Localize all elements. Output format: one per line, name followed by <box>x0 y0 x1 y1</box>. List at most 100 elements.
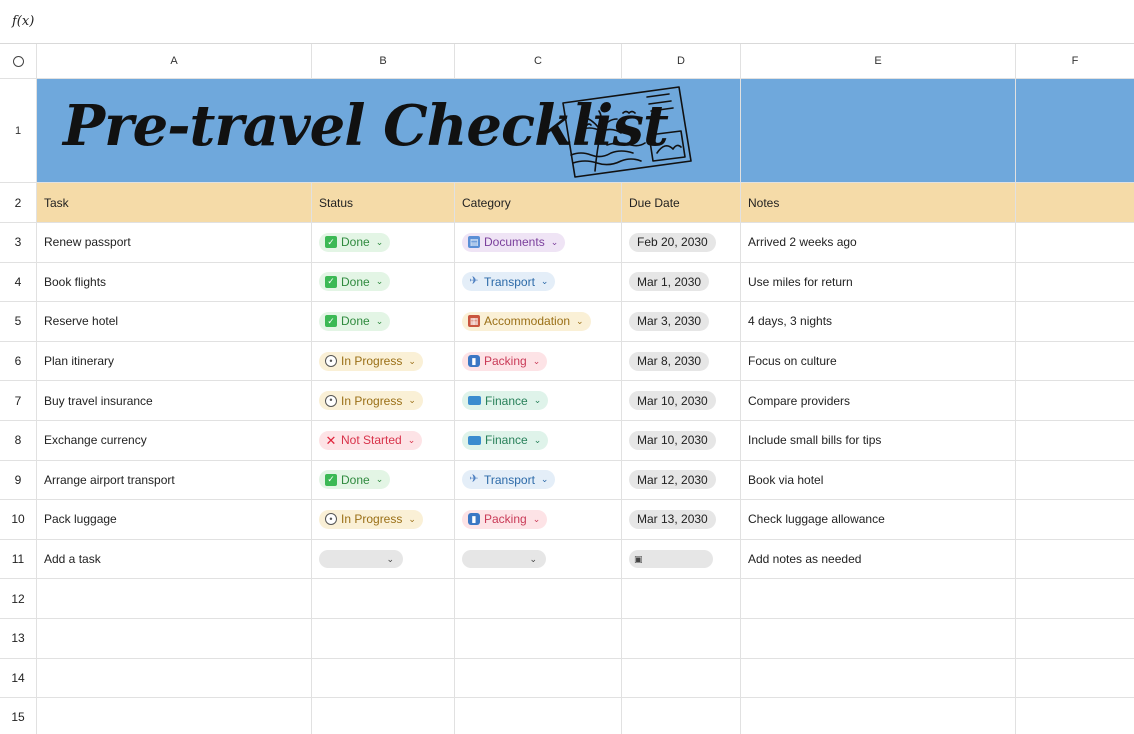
select-all-corner[interactable] <box>0 44 37 79</box>
empty-cell[interactable] <box>1016 619 1134 659</box>
status-pill[interactable]: ✓ Done ⌄ <box>319 311 391 331</box>
date-picker[interactable]: ▣ <box>629 550 713 569</box>
empty-cell[interactable] <box>312 579 455 619</box>
row-number[interactable]: 5 <box>0 302 37 342</box>
empty-cell[interactable] <box>741 619 1016 659</box>
due-date-cell[interactable]: Mar 8, 2030 <box>622 341 741 382</box>
row-number[interactable]: 12 <box>0 579 37 619</box>
due-date-cell[interactable]: Mar 3, 2030 <box>622 302 741 342</box>
empty-cell[interactable] <box>1016 500 1134 540</box>
empty-cell[interactable] <box>1016 302 1134 342</box>
empty-cell[interactable] <box>622 579 741 619</box>
notes-cell[interactable]: Compare providers <box>741 381 1016 421</box>
empty-cell[interactable] <box>622 698 741 734</box>
row-number[interactable]: 10 <box>0 500 37 540</box>
empty-cell[interactable] <box>1016 579 1134 619</box>
due-date-cell[interactable]: Mar 13, 2030 <box>622 500 741 540</box>
empty-cell[interactable] <box>37 658 312 699</box>
row-number[interactable]: 7 <box>0 381 37 421</box>
notes-cell[interactable]: Use miles for return <box>741 262 1016 303</box>
category-cell[interactable]: ✈ Transport ⌄ <box>455 262 622 303</box>
category-pill[interactable]: ▮ Packing ⌄ <box>462 351 548 371</box>
header-cell-f[interactable] <box>1016 183 1134 223</box>
status-pill[interactable]: ✓ Done ⌄ <box>319 272 391 292</box>
header-notes[interactable]: Notes <box>741 183 1016 223</box>
due-date-cell[interactable]: Mar 1, 2030 <box>622 262 741 303</box>
banner-cell-e[interactable] <box>741 79 1016 183</box>
formula-input[interactable] <box>44 8 1114 36</box>
category-pill[interactable]: ▮ Packing ⌄ <box>462 509 548 529</box>
status-cell[interactable]: • In Progress ⌄ <box>312 500 455 540</box>
add-task-cell[interactable]: Add a task <box>37 539 312 580</box>
status-pill[interactable]: • In Progress ⌄ <box>319 509 423 529</box>
status-pill[interactable]: ✓ Done ⌄ <box>319 232 391 252</box>
task-cell[interactable]: Plan itinerary <box>37 341 312 382</box>
task-cell[interactable]: Exchange currency <box>37 421 312 461</box>
empty-cell[interactable] <box>455 579 622 619</box>
category-cell[interactable]: ▦ Accommodation ⌄ <box>455 302 622 342</box>
status-cell[interactable]: ✓ Done ⌄ <box>312 302 455 342</box>
empty-cell[interactable] <box>622 658 741 699</box>
status-pill[interactable]: ✕ Not Started ⌄ <box>319 430 423 450</box>
empty-cell[interactable] <box>1016 223 1134 263</box>
empty-cell[interactable] <box>1016 659 1134 699</box>
header-due-date[interactable]: Due Date <box>622 183 741 223</box>
row-number[interactable]: 11 <box>0 539 37 580</box>
row-number[interactable]: 4 <box>0 262 37 303</box>
status-cell[interactable]: ✓ Done ⌄ <box>312 223 455 263</box>
due-date-cell[interactable]: Mar 12, 2030 <box>622 460 741 501</box>
status-cell[interactable]: ✕ Not Started ⌄ <box>312 421 455 461</box>
header-task[interactable]: Task <box>37 183 312 223</box>
status-cell[interactable]: • In Progress ⌄ <box>312 341 455 382</box>
row-number[interactable]: 8 <box>0 421 37 461</box>
task-cell[interactable]: Arrange airport transport <box>37 460 312 501</box>
row-number[interactable]: 1 <box>0 79 37 183</box>
empty-cell[interactable] <box>37 619 312 659</box>
task-cell[interactable]: Pack luggage <box>37 500 312 540</box>
status-cell[interactable]: • In Progress ⌄ <box>312 381 455 421</box>
row-number[interactable]: 6 <box>0 341 37 382</box>
category-pill[interactable]: ✈ Transport ⌄ <box>462 470 556 490</box>
due-date-cell[interactable]: Feb 20, 2030 <box>622 223 741 263</box>
row-number[interactable]: 14 <box>0 658 37 699</box>
status-pill[interactable]: • In Progress ⌄ <box>319 351 423 371</box>
status-pill[interactable]: ✓ Done ⌄ <box>319 470 391 490</box>
empty-cell[interactable] <box>741 698 1016 734</box>
empty-cell[interactable] <box>1016 263 1134 303</box>
category-cell[interactable]: ⌄ <box>455 539 622 580</box>
empty-cell[interactable] <box>312 619 455 659</box>
empty-cell[interactable] <box>455 619 622 659</box>
column-header-e[interactable]: E <box>741 44 1016 79</box>
status-cell[interactable]: ⌄ <box>312 539 455 580</box>
category-pill[interactable]: Finance ⌄ <box>462 391 549 411</box>
task-cell[interactable]: Reserve hotel <box>37 302 312 342</box>
empty-cell[interactable] <box>312 658 455 699</box>
empty-cell[interactable] <box>622 619 741 659</box>
empty-cell[interactable] <box>1016 540 1134 580</box>
category-cell[interactable]: ▮ Packing ⌄ <box>455 500 622 540</box>
row-number[interactable]: 2 <box>0 183 37 223</box>
notes-cell[interactable]: Book via hotel <box>741 460 1016 501</box>
notes-cell[interactable]: 4 days, 3 nights <box>741 302 1016 342</box>
row-number[interactable]: 9 <box>0 460 37 501</box>
category-pill[interactable]: ✈ Transport ⌄ <box>462 272 556 292</box>
header-category[interactable]: Category <box>455 183 622 223</box>
banner-cell-f[interactable] <box>1016 79 1134 183</box>
empty-cell[interactable] <box>741 579 1016 619</box>
notes-cell[interactable]: Check luggage allowance <box>741 500 1016 540</box>
task-cell[interactable]: Book flights <box>37 262 312 303</box>
empty-cell[interactable] <box>312 698 455 734</box>
banner-cell[interactable]: Pre-travel Checklist <box>37 79 741 183</box>
status-dropdown[interactable]: ⌄ <box>319 550 403 569</box>
due-date-cell[interactable]: Mar 10, 2030 <box>622 381 741 421</box>
task-cell[interactable]: Buy travel insurance <box>37 381 312 421</box>
column-header-c[interactable]: C <box>455 44 622 79</box>
header-status[interactable]: Status <box>312 183 455 223</box>
empty-cell[interactable] <box>455 658 622 699</box>
category-pill[interactable]: ▦ Accommodation ⌄ <box>462 311 591 331</box>
empty-cell[interactable] <box>1016 421 1134 461</box>
column-header-d[interactable]: D <box>622 44 741 79</box>
row-number[interactable]: 3 <box>0 223 37 263</box>
notes-cell[interactable]: Add notes as needed <box>741 539 1016 580</box>
notes-cell[interactable]: Arrived 2 weeks ago <box>741 223 1016 263</box>
